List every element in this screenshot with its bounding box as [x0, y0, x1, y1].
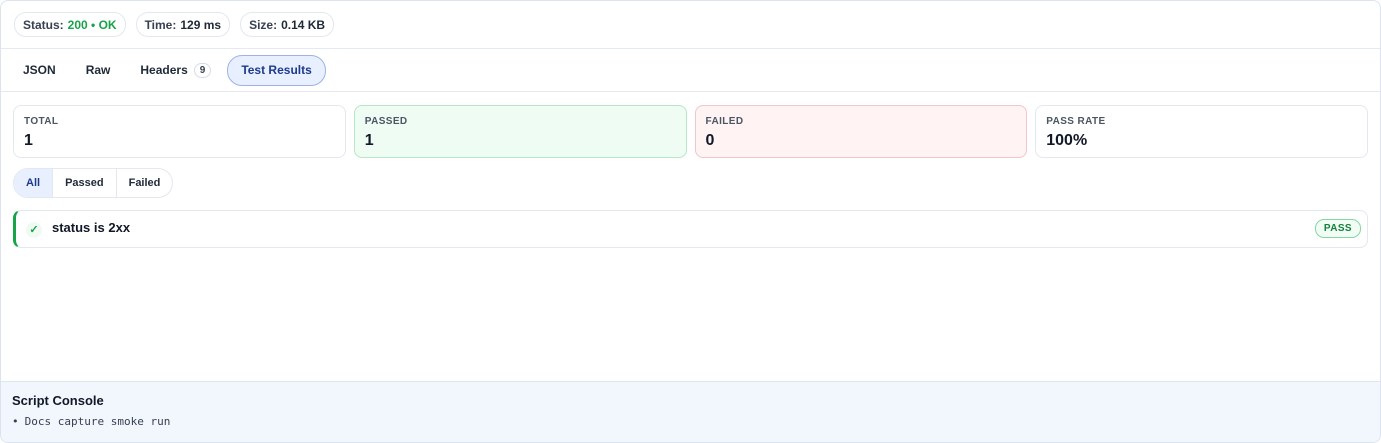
tab-test-results[interactable]: Test Results [227, 54, 326, 86]
filter-passed[interactable]: Passed [53, 169, 117, 197]
pass-rate-label: PASS RATE [1046, 116, 1106, 127]
total-label: TOTAL [24, 116, 59, 127]
total-card: TOTAL 1 [13, 105, 346, 158]
console-line: • Docs capture smoke run [12, 415, 1369, 428]
script-console: Script Console • Docs capture smoke run [1, 381, 1380, 442]
time-label: Time: [144, 17, 177, 32]
console-title: Script Console [12, 393, 104, 408]
size-label: Size: [249, 17, 278, 32]
time-pill: Time: 129 ms [135, 12, 231, 37]
result-filter-group: All Passed Failed [13, 168, 174, 198]
size-value: 0.14 KB [281, 17, 326, 32]
pass-rate-value: 100% [1046, 132, 1088, 149]
passed-value: 1 [364, 132, 374, 149]
pass-badge: PASS [1314, 219, 1361, 238]
tab-raw[interactable]: Raw [72, 55, 125, 86]
tab-label: Headers [140, 63, 188, 77]
tab-headers[interactable]: Headers 9 [126, 55, 225, 86]
response-tabs: JSON Raw Headers 9 Test Results [1, 49, 1380, 92]
tab-json[interactable]: JSON [9, 55, 70, 86]
tab-label: JSON [23, 63, 56, 77]
test-name: status is 2xx [52, 219, 131, 235]
tab-label: Test Results [241, 63, 312, 77]
filter-all[interactable]: All [14, 169, 54, 197]
test-result-row[interactable]: ✓ status is 2xx PASS [13, 210, 1368, 248]
time-value: 129 ms [180, 17, 222, 32]
check-icon: ✓ [26, 221, 42, 238]
failed-label: FAILED [705, 116, 744, 127]
failed-card: FAILED 0 [694, 105, 1028, 158]
bullet-icon: • [12, 415, 19, 428]
failed-value: 0 [705, 132, 715, 149]
response-panel: Status: 200 • OK Time: 129 ms Size: 0.14… [0, 0, 1381, 443]
status-value: 200 • OK [67, 17, 117, 32]
passed-card: PASSED 1 [353, 105, 687, 158]
response-status-bar: Status: 200 • OK Time: 129 ms Size: 0.14… [1, 1, 1380, 49]
status-label: Status: [23, 17, 64, 32]
pass-rate-card: PASS RATE 100% [1035, 105, 1368, 158]
passed-label: PASSED [364, 116, 408, 127]
test-summary-cards: TOTAL 1 PASSED 1 FAILED 0 PASS RATE 100% [1, 92, 1380, 158]
filter-failed[interactable]: Failed [117, 169, 173, 197]
console-line-text: Docs capture smoke run [24, 415, 171, 428]
headers-count-badge: 9 [193, 62, 212, 78]
size-pill: Size: 0.14 KB [240, 12, 335, 37]
total-value: 1 [24, 132, 33, 149]
status-pill: Status: 200 • OK [14, 12, 126, 37]
tab-label: Raw [85, 63, 111, 77]
